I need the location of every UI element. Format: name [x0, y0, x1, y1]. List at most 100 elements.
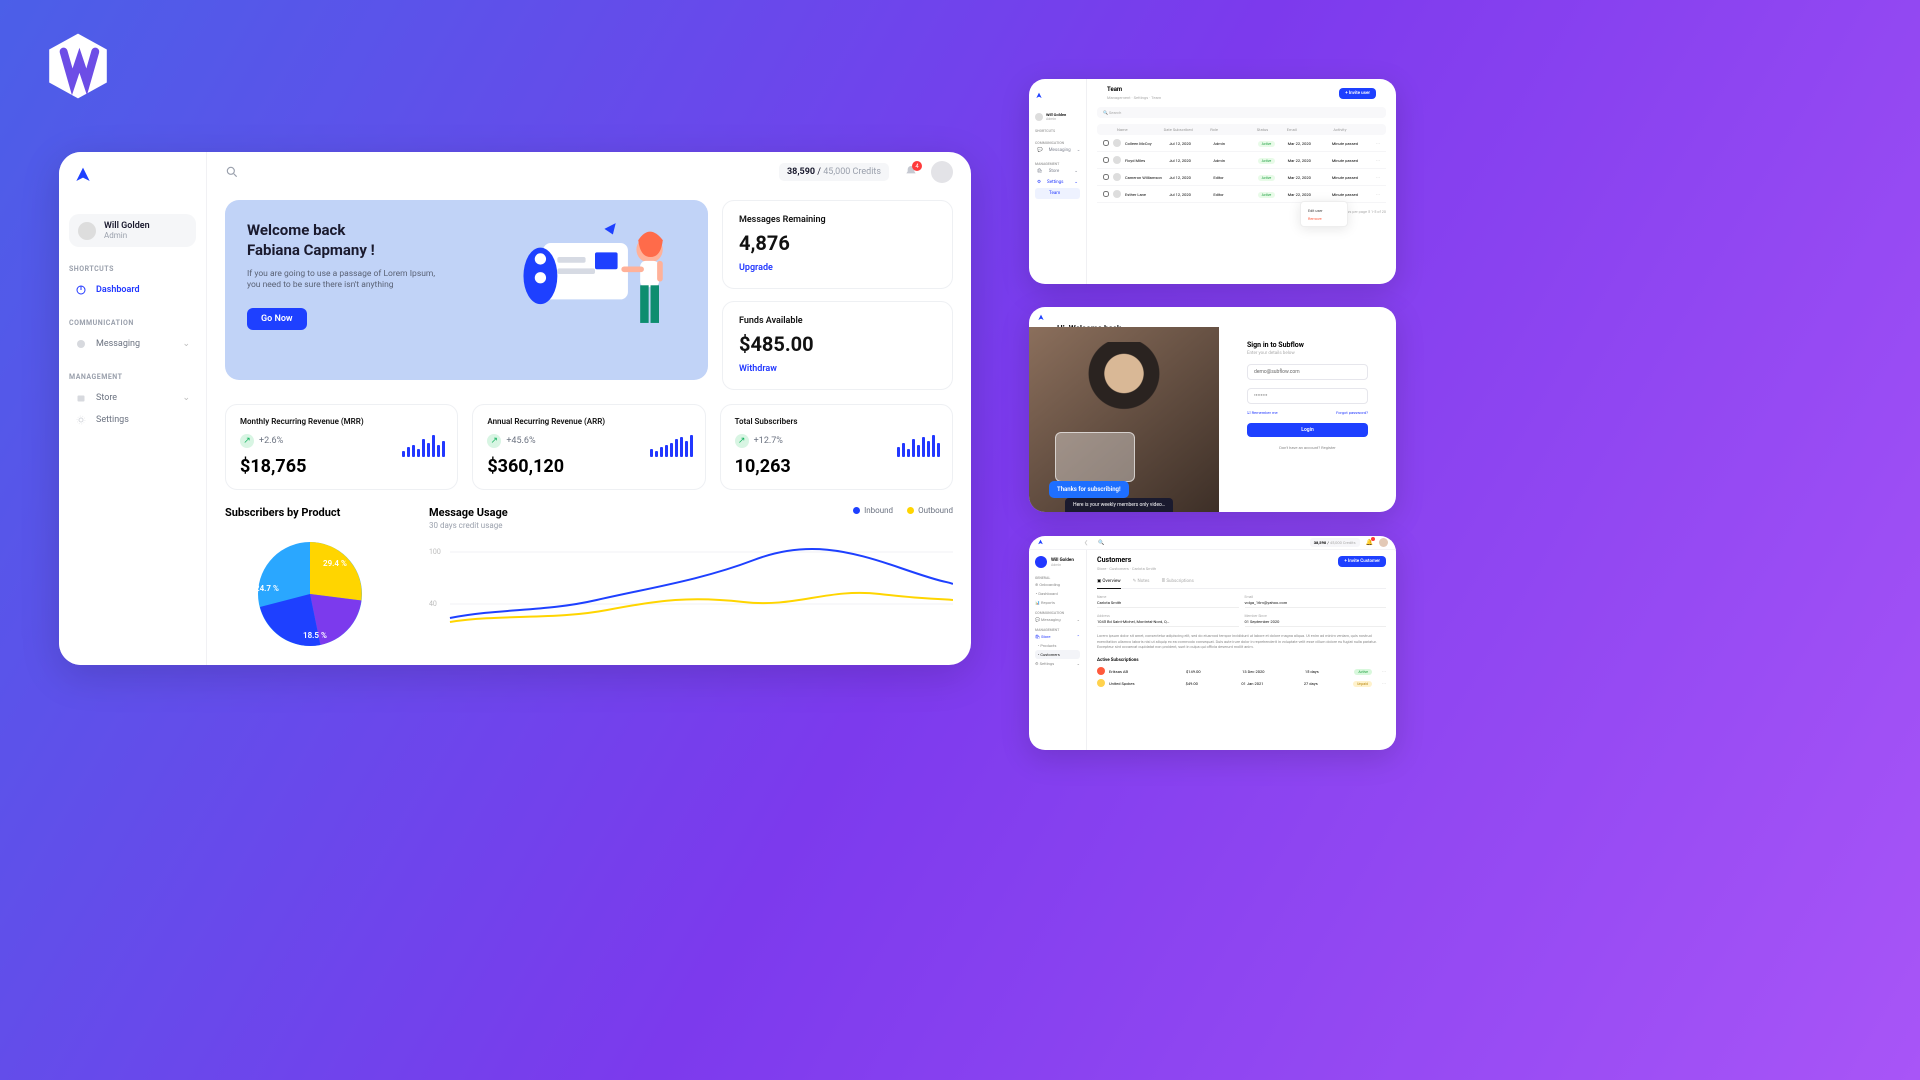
row-action-menu: Edit user Remove [1300, 201, 1348, 227]
bell-icon[interactable]: 4 [903, 164, 919, 180]
credits-badge: 38,590 / 45,000 Credits [1310, 538, 1360, 547]
active-subs-heading: Active Subscriptions [1097, 658, 1386, 663]
card-value: $485.00 [739, 332, 936, 356]
sidebar-user-card[interactable]: Will Golden Admin [69, 214, 196, 247]
nav-settings[interactable]: Settings [69, 409, 196, 431]
row-checkbox[interactable] [1103, 174, 1109, 180]
signin-title: Sign in to Subflow [1247, 341, 1368, 349]
table-row[interactable]: Floyd MilesJul 12, 2020AdminActiveMar 22… [1097, 152, 1386, 169]
app-logo-icon [1037, 539, 1044, 546]
card-value: 4,876 [739, 231, 936, 255]
topbar-avatar[interactable] [931, 161, 953, 183]
credits-used: 38,590 [787, 167, 815, 177]
sidebar-toggle-icon[interactable]: ❮ [1084, 540, 1088, 546]
upgrade-link[interactable]: Upgrade [739, 263, 773, 273]
remember-checkbox[interactable]: ☑ Remember me [1247, 410, 1278, 415]
signin-sub: Enter your details below [1247, 351, 1368, 356]
nav-reports[interactable]: 📊 Reports [1035, 598, 1080, 607]
customers-preview: ❮ 🔍 38,590 / 45,000 Credits 🔔 Will Golde… [1029, 536, 1396, 750]
legend-outbound: Outbound [907, 506, 953, 515]
stat-delta: +12.7% [754, 436, 783, 446]
card-label: Messages Remaining [739, 215, 936, 225]
breadcrumb: Store · Customers · Carlota Smith [1097, 566, 1156, 571]
nav-dashboard[interactable]: Dashboard [69, 279, 196, 301]
table-row[interactable]: Colleen McCoyJul 12, 2020AdminActiveMar … [1097, 135, 1386, 152]
avatar[interactable] [1379, 538, 1388, 547]
nav-customers[interactable]: • Customers [1035, 650, 1080, 659]
field-address[interactable]: 1045 Bd Saint-Michel, Montréal-Nord, Q… [1097, 619, 1239, 627]
trend-up-icon: ↗ [487, 434, 501, 448]
password-field[interactable]: •••••••• [1247, 388, 1368, 404]
panel-title: Message Usage [429, 506, 508, 519]
trend-up-icon: ↗ [735, 434, 749, 448]
nav-label: Store [96, 393, 117, 403]
credits-badge[interactable]: 38,590 / 45,000 Credits [779, 163, 889, 181]
toast-video: Here is your weekly members only video… [1065, 498, 1173, 512]
tab-subscriptions[interactable]: ≣ Subscriptions [1161, 579, 1193, 584]
forgot-link[interactable]: Forgot password? [1336, 410, 1368, 415]
subscription-row[interactable]: United Spokes$49.0001 Jan 202127 daysUnp… [1097, 679, 1386, 687]
avatar [1035, 556, 1047, 568]
invite-user-button[interactable]: + Invite user [1339, 88, 1376, 99]
stat-label: Annual Recurring Revenue (ARR) [487, 417, 690, 426]
row-checkbox[interactable] [1103, 157, 1109, 163]
breadcrumb: Management · Settings · Team [1107, 95, 1161, 100]
subscribers-by-product-panel: Subscribers by Product 29.4 % 24.7 % 18.… [225, 506, 415, 659]
nav-header-shortcuts: SHORTCUTS [69, 265, 196, 273]
go-now-button[interactable]: Go Now [247, 308, 307, 330]
tab-overview[interactable]: ▣ Overview [1097, 579, 1121, 589]
app-logo-icon [1035, 92, 1043, 100]
welcome-line2: Fabiana Capmany ! [247, 241, 375, 259]
nav-store[interactable]: 🛍Store⌄ [1035, 166, 1080, 177]
field-member-since[interactable]: 01 September 2020 [1245, 619, 1387, 627]
table-row[interactable]: Cameron WilliamsonJul 12, 2020EditorActi… [1097, 169, 1386, 186]
search-icon[interactable] [225, 165, 239, 179]
row-checkbox[interactable] [1103, 140, 1109, 146]
sidebar-user-card[interactable]: Will Golden Admin [1035, 556, 1080, 568]
field-name[interactable]: Carlota Smith [1097, 600, 1239, 608]
tab-notes[interactable]: ✎ Notes [1133, 579, 1150, 584]
nav-store[interactable]: Store ⌄ [69, 387, 196, 409]
nav-products[interactable]: • Products [1035, 641, 1080, 650]
line-chart [429, 540, 953, 640]
search-icon[interactable]: 🔍 [1098, 540, 1104, 546]
nav-settings[interactable]: ⚙Settings⌄ [1035, 177, 1080, 188]
customer-notes: Lorem ipsum dolor sit amet, consectetur … [1097, 633, 1386, 650]
nav-store[interactable]: 🛍 Store ⌃ [1035, 632, 1080, 641]
page-title: Customers [1097, 556, 1156, 564]
row-checkbox[interactable] [1103, 191, 1109, 197]
stat-delta: +2.6% [259, 436, 283, 446]
stat-delta: +45.6% [506, 436, 535, 446]
nav-settings[interactable]: ⚙ Settings ⌄ [1035, 659, 1080, 668]
email-field[interactable]: demo@subflow.com [1247, 364, 1368, 380]
nav-dashboard[interactable]: ◔ Dashboard [1035, 589, 1080, 598]
chevron-down-icon: ⌄ [182, 339, 190, 349]
nav-messaging[interactable]: 💬Messaging⌄ [1035, 145, 1080, 156]
menu-edit[interactable]: Edit user [1305, 206, 1343, 214]
nav-onboarding[interactable]: ⊕ Onboarding [1035, 580, 1080, 589]
login-button[interactable]: Login [1247, 423, 1368, 437]
avatar [78, 222, 96, 240]
register-link[interactable]: Don't have an account? Register [1247, 445, 1368, 450]
bell-icon[interactable]: 🔔 [1366, 539, 1373, 546]
nav-team[interactable]: Team [1035, 188, 1080, 199]
subscription-row[interactable]: Eriksas AB$149.0013 Dec 202015 daysActiv… [1097, 667, 1386, 675]
field-email[interactable]: volga_16m@yahoo.com [1245, 600, 1387, 608]
nav-messaging[interactable]: 💬 Messaging ⌄ [1035, 615, 1080, 624]
nav-label: Messaging [96, 339, 140, 349]
stat-value: $360,120 [487, 456, 690, 477]
dashboard-window: Will Golden Admin SHORTCUTS Dashboard CO… [59, 152, 971, 665]
invite-customer-button[interactable]: + Invite Customer [1338, 556, 1386, 567]
stat-mrr-card: Monthly Recurring Revenue (MRR) ↗+2.6% $… [225, 404, 458, 490]
nav-messaging[interactable]: Messaging ⌄ [69, 333, 196, 355]
login-preview: Hi, Welcome back Thanks for subscribing!… [1029, 307, 1396, 512]
message-usage-panel: Message Usage 30 days credit usage Inbou… [429, 506, 953, 659]
stat-label: Total Subscribers [735, 417, 938, 426]
menu-remove[interactable]: Remove [1305, 214, 1343, 222]
gear-icon [75, 414, 87, 426]
nav-header-mgmt: MANAGEMENT [69, 373, 196, 381]
withdraw-link[interactable]: Withdraw [739, 364, 777, 374]
search-input[interactable]: 🔍 Search [1097, 107, 1386, 118]
table-header: NameDate SubscribedRoleStatusEmailActivi… [1097, 124, 1386, 135]
app-logo-icon [1037, 314, 1045, 322]
